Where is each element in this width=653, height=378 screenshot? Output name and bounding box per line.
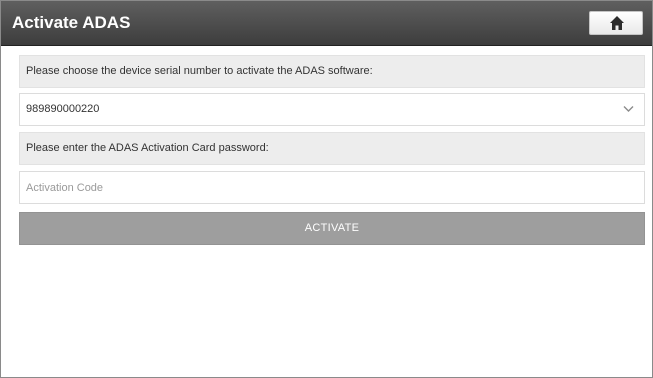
activate-adas-window: Activate ADAS Please choose the device s…	[0, 0, 653, 378]
activate-button[interactable]: ACTIVATE	[19, 212, 645, 245]
selected-serial-value: 989890000220	[26, 103, 100, 115]
home-icon	[610, 16, 624, 30]
password-prompt-label: Please enter the ADAS Activation Card pa…	[19, 132, 645, 165]
activation-code-input[interactable]	[19, 171, 645, 204]
page-title: Activate ADAS	[12, 13, 131, 32]
chevron-down-icon	[623, 106, 634, 112]
home-button[interactable]	[589, 11, 643, 35]
serial-number-select[interactable]: 989890000220	[19, 93, 645, 126]
title-bar: Activate ADAS	[1, 1, 652, 46]
serial-prompt-label: Please choose the device serial number t…	[19, 55, 645, 88]
